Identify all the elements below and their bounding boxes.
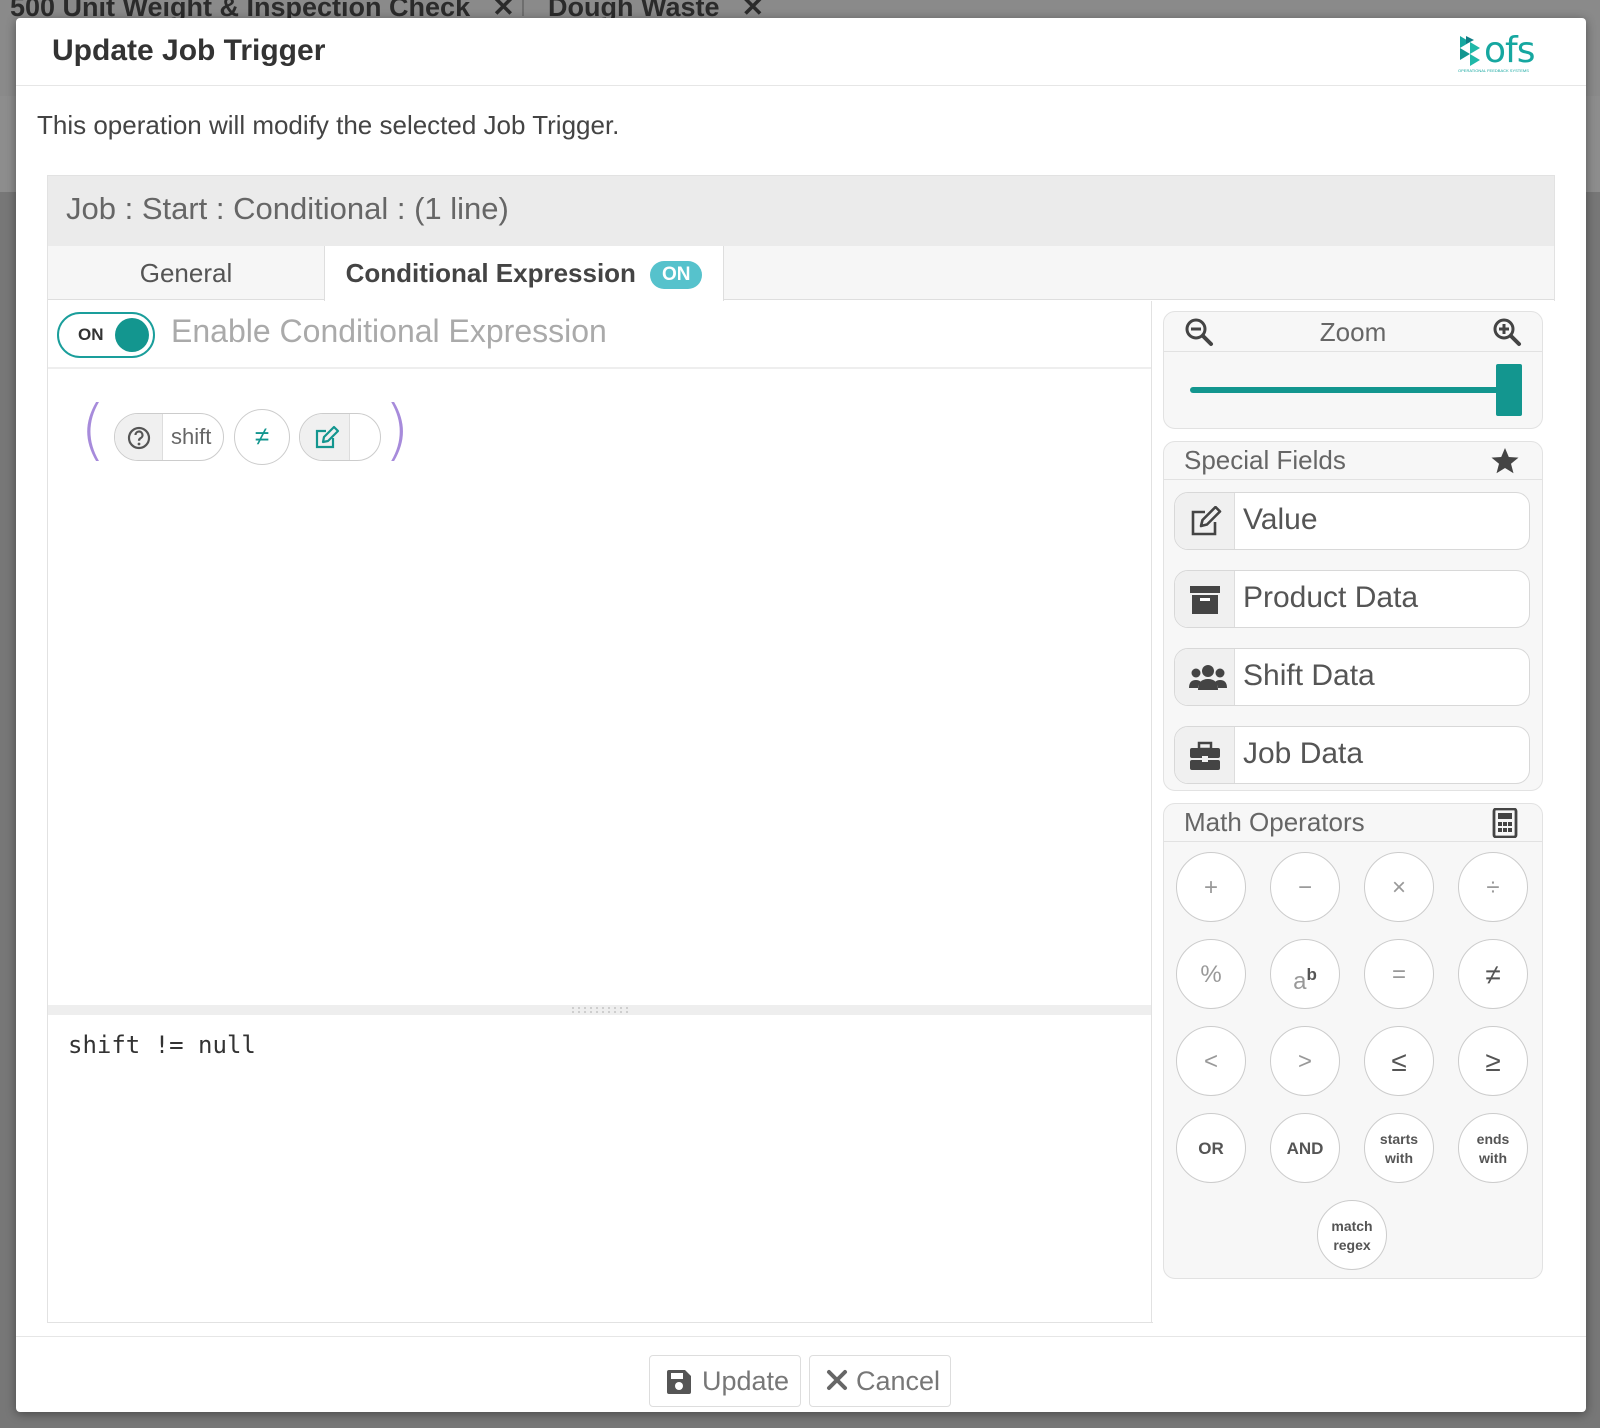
- field-chip[interactable]: shift: [114, 413, 224, 461]
- dialog-header: Update Job Trigger ofs OPERATIONAL FEEDB…: [16, 18, 1586, 86]
- star-icon: [1491, 448, 1519, 474]
- panel-heading: Job : Start : Conditional : (1 line): [48, 176, 1554, 246]
- edit-icon: [1175, 493, 1235, 549]
- panel-heading-text: Job : Start : Conditional : (1 line): [66, 191, 509, 226]
- update-job-trigger-dialog: Update Job Trigger ofs OPERATIONAL FEEDB…: [16, 18, 1586, 1412]
- or-operator-button[interactable]: OR: [1176, 1113, 1246, 1183]
- users-icon: [1175, 649, 1235, 705]
- math-operators-panel: Math Operators + − × ÷ % ab = ≠ < > ≤ ≥ …: [1163, 803, 1543, 1279]
- special-fields-panel: Special Fields Value Product Data Shift …: [1163, 441, 1543, 791]
- trigger-panel: Job : Start : Conditional : (1 line) Gen…: [47, 175, 1555, 1323]
- match-regex-operator-button[interactable]: match regex: [1317, 1200, 1387, 1270]
- cancel-button-label: Cancel: [856, 1366, 941, 1396]
- starts-with-operator-button[interactable]: starts with: [1364, 1113, 1434, 1183]
- enable-conditional-toggle[interactable]: ON: [57, 312, 155, 358]
- special-field-job-data[interactable]: Job Data: [1174, 726, 1530, 784]
- tab-general[interactable]: General: [48, 246, 324, 300]
- tab-separator: [522, 0, 524, 16]
- zoom-header: Zoom: [1164, 312, 1542, 352]
- minus-operator-button[interactable]: −: [1270, 852, 1340, 922]
- expression-text[interactable]: shift != null: [68, 1031, 256, 1059]
- briefcase-icon: [1175, 727, 1235, 783]
- special-field-label: Job Data: [1243, 737, 1364, 770]
- zoom-slider-handle[interactable]: [1496, 364, 1522, 416]
- question-circle-icon[interactable]: [115, 414, 163, 460]
- operator-chip[interactable]: ≠: [234, 409, 290, 465]
- special-field-shift-data[interactable]: Shift Data: [1174, 648, 1530, 706]
- edit-icon[interactable]: [300, 414, 350, 460]
- zoom-panel: Zoom: [1163, 311, 1543, 429]
- dialog-footer: Update Cancel: [16, 1336, 1586, 1412]
- toggle-knob: [115, 318, 149, 352]
- less-than-operator-button[interactable]: <: [1176, 1026, 1246, 1096]
- sidebar: Zoom Special Fields Value Product Data S…: [1153, 301, 1555, 1323]
- toggle-label: Enable Conditional Expression: [171, 313, 607, 349]
- less-or-equal-operator-button[interactable]: ≤: [1364, 1026, 1434, 1096]
- cancel-button[interactable]: Cancel: [809, 1355, 951, 1407]
- update-button-label: Update: [702, 1366, 790, 1396]
- field-chip-label: shift: [171, 424, 212, 449]
- special-field-label: Product Data: [1243, 581, 1419, 614]
- equals-operator-button[interactable]: =: [1364, 939, 1434, 1009]
- math-operators-header: Math Operators: [1164, 804, 1542, 842]
- not-equals-operator-button[interactable]: ≠: [1458, 939, 1528, 1009]
- special-field-label: Shift Data: [1243, 659, 1375, 692]
- expression-editor: ON Enable Conditional Expression ( shift…: [48, 301, 1152, 1323]
- drag-handle-icon[interactable]: [570, 1006, 630, 1014]
- power-base: a: [1293, 968, 1307, 995]
- value-chip[interactable]: [299, 413, 381, 461]
- greater-or-equal-operator-button[interactable]: ≥: [1458, 1026, 1528, 1096]
- save-icon: [667, 1370, 691, 1394]
- zoom-in-icon[interactable]: [1492, 317, 1522, 347]
- toggle-state-label: ON: [78, 325, 104, 344]
- ends-with-operator-button[interactable]: ends with: [1458, 1113, 1528, 1183]
- zoom-label: Zoom: [1319, 317, 1387, 347]
- special-fields-header: Special Fields: [1164, 442, 1542, 480]
- greater-than-operator-button[interactable]: >: [1270, 1026, 1340, 1096]
- special-field-label: Value: [1243, 503, 1318, 536]
- update-button[interactable]: Update: [649, 1355, 801, 1407]
- special-field-product-data[interactable]: Product Data: [1174, 570, 1530, 628]
- math-operators-title: Math Operators: [1184, 807, 1365, 837]
- plus-operator-button[interactable]: +: [1176, 852, 1246, 922]
- and-operator-button[interactable]: AND: [1270, 1113, 1340, 1183]
- divide-operator-button[interactable]: ÷: [1458, 852, 1528, 922]
- logo-mark-icon: [1460, 36, 1480, 66]
- power-operator-button[interactable]: ab: [1270, 939, 1340, 1009]
- zoom-slider-track[interactable]: [1190, 387, 1500, 393]
- dialog-intro-text: This operation will modify the selected …: [37, 110, 620, 140]
- resize-splitter[interactable]: [48, 1005, 1151, 1015]
- close-paren[interactable]: ): [384, 391, 410, 468]
- logo-subtitle: OPERATIONAL FEEDBACK SYSTEMS: [1458, 68, 1529, 73]
- panel-tabs: General Conditional Expression ON: [48, 246, 1554, 301]
- status-badge: ON: [649, 261, 703, 289]
- dialog-title: Update Job Trigger: [52, 34, 326, 67]
- special-fields-title: Special Fields: [1184, 445, 1346, 475]
- archive-icon: [1175, 571, 1235, 627]
- calculator-icon: [1492, 808, 1518, 838]
- open-paren[interactable]: (: [80, 391, 106, 468]
- special-field-value[interactable]: Value: [1174, 492, 1530, 550]
- tab-label: Conditional Expression: [345, 258, 636, 288]
- power-exponent: b: [1306, 965, 1317, 984]
- modulo-operator-button[interactable]: %: [1176, 939, 1246, 1009]
- tab-conditional-expression[interactable]: Conditional Expression ON: [324, 246, 724, 301]
- operator-chip-label: ≠: [254, 421, 270, 451]
- toggle-row: ON Enable Conditional Expression: [48, 301, 1151, 369]
- multiply-operator-button[interactable]: ×: [1364, 852, 1434, 922]
- logo-text: ofs: [1484, 30, 1535, 71]
- ofs-logo: ofs OPERATIONAL FEEDBACK SYSTEMS: [1458, 30, 1538, 76]
- expression-canvas[interactable]: ( shift ≠ ): [48, 371, 1151, 1005]
- close-icon: [827, 1370, 847, 1390]
